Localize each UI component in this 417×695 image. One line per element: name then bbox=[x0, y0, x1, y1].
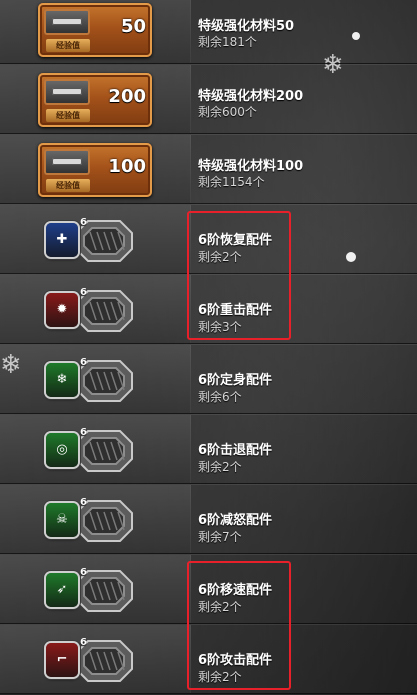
remaining-unit: 个 bbox=[229, 530, 242, 544]
level-mark: 6 bbox=[80, 427, 87, 438]
remaining-count: 1154 bbox=[222, 175, 253, 189]
accessory-icon: ⌐ 6 bbox=[44, 631, 144, 689]
remaining-unit: 个 bbox=[252, 175, 265, 189]
item-remaining: 剩余600个 bbox=[198, 103, 257, 120]
accessory-row[interactable]: ◎ 6 6阶击退配件 剩余2个 bbox=[0, 414, 417, 484]
remaining-label: 剩余 bbox=[198, 530, 223, 544]
level-mark: 6 bbox=[80, 567, 87, 578]
remaining-label: 剩余 bbox=[198, 460, 223, 474]
exp-chest-icon: 经验值 100 bbox=[38, 143, 152, 197]
accessory-row[interactable]: ❄ 6 6阶定身配件 剩余6个 bbox=[0, 344, 417, 414]
skull-glyph-icon: ☠ bbox=[56, 512, 68, 527]
weapon-case-icon bbox=[44, 149, 90, 175]
accessory-badge: ❄ 6 bbox=[46, 357, 87, 397]
snowflake-icon: ❄ bbox=[0, 350, 22, 380]
highlight-frame bbox=[187, 561, 291, 690]
weapon-case-icon bbox=[44, 79, 90, 105]
highlight-frame bbox=[187, 211, 291, 340]
remaining-unit: 个 bbox=[244, 35, 257, 49]
level-mark: 6 bbox=[80, 357, 87, 368]
remaining-unit: 个 bbox=[229, 390, 242, 404]
accessory-row[interactable]: ☠ 6 6阶减怒配件 剩余7个 bbox=[0, 484, 417, 554]
exp-material-row[interactable]: 经验值 200 特级强化材料200 剩余600个 bbox=[0, 64, 417, 134]
accessory-badge: ☠ 6 bbox=[46, 497, 87, 537]
item-name: 6阶减怒配件 bbox=[198, 513, 273, 528]
item-remaining: 剩余7个 bbox=[198, 528, 242, 545]
item-remaining: 剩余181个 bbox=[198, 33, 257, 50]
exp-tag: 经验值 bbox=[46, 109, 90, 122]
item-remaining: 剩余1154个 bbox=[198, 173, 265, 190]
exp-tag: 经验值 bbox=[46, 179, 90, 192]
freeze-glyph-icon: ❄ bbox=[56, 372, 68, 387]
remaining-count: 181 bbox=[222, 35, 245, 49]
exp-chest-icon: 经验值 50 bbox=[38, 3, 152, 57]
accessory-icon: ➶ 6 bbox=[44, 561, 144, 619]
item-name: 特级强化材料50 bbox=[198, 19, 295, 34]
remaining-unit: 个 bbox=[244, 105, 257, 119]
remaining-count: 7 bbox=[222, 530, 230, 544]
item-remaining: 剩余2个 bbox=[198, 458, 242, 475]
exp-amount: 100 bbox=[108, 156, 146, 177]
item-name: 6阶击退配件 bbox=[198, 443, 273, 458]
remaining-label: 剩余 bbox=[198, 35, 223, 49]
accessory-icon: ✹ 6 bbox=[44, 281, 144, 339]
accessory-badge: ⌐ 6 bbox=[46, 637, 87, 677]
item-name: 特级强化材料200 bbox=[198, 89, 304, 104]
remaining-count: 2 bbox=[222, 460, 230, 474]
light-dot bbox=[346, 252, 356, 262]
remaining-label: 剩余 bbox=[198, 390, 223, 404]
exp-amount: 50 bbox=[120, 16, 146, 37]
remaining-unit: 个 bbox=[229, 460, 242, 474]
level-mark: 6 bbox=[80, 217, 87, 228]
accessory-badge: ➶ 6 bbox=[46, 567, 87, 607]
remaining-label: 剩余 bbox=[198, 175, 223, 189]
remaining-count: 6 bbox=[222, 390, 230, 404]
accessory-badge: ✹ 6 bbox=[46, 287, 87, 327]
remaining-label: 剩余 bbox=[198, 105, 223, 119]
item-name: 6阶定身配件 bbox=[198, 373, 273, 388]
level-mark: 6 bbox=[80, 637, 87, 648]
weapon-case-icon bbox=[44, 9, 90, 35]
level-mark: 6 bbox=[80, 287, 87, 298]
snowflake-icon: ❄ bbox=[322, 50, 344, 80]
item-remaining: 剩余6个 bbox=[198, 388, 242, 405]
accessory-icon: ✚ 6 bbox=[44, 211, 144, 269]
knockback-glyph-icon: ◎ bbox=[56, 442, 68, 457]
exp-chest-icon: 经验值 200 bbox=[38, 73, 152, 127]
exp-tag: 经验值 bbox=[46, 39, 90, 52]
remaining-count: 600 bbox=[222, 105, 245, 119]
level-mark: 6 bbox=[80, 497, 87, 508]
accessory-icon: ❄ 6 bbox=[44, 351, 144, 409]
accessory-badge: ◎ 6 bbox=[46, 427, 87, 467]
accessory-icon: ◎ 6 bbox=[44, 421, 144, 479]
exp-material-row[interactable]: 经验值 100 特级强化材料100 剩余1154个 bbox=[0, 134, 417, 204]
light-dot bbox=[352, 32, 360, 40]
boot-glyph-icon: ➶ bbox=[56, 582, 68, 597]
accessory-icon: ☠ 6 bbox=[44, 491, 144, 549]
item-name: 特级强化材料100 bbox=[198, 159, 304, 174]
burst-glyph-icon: ✹ bbox=[56, 302, 68, 317]
exp-amount: 200 bbox=[108, 86, 146, 107]
heal-glyph-icon: ✚ bbox=[56, 232, 68, 247]
accessory-badge: ✚ 6 bbox=[46, 217, 87, 257]
gun-glyph-icon: ⌐ bbox=[56, 652, 68, 667]
